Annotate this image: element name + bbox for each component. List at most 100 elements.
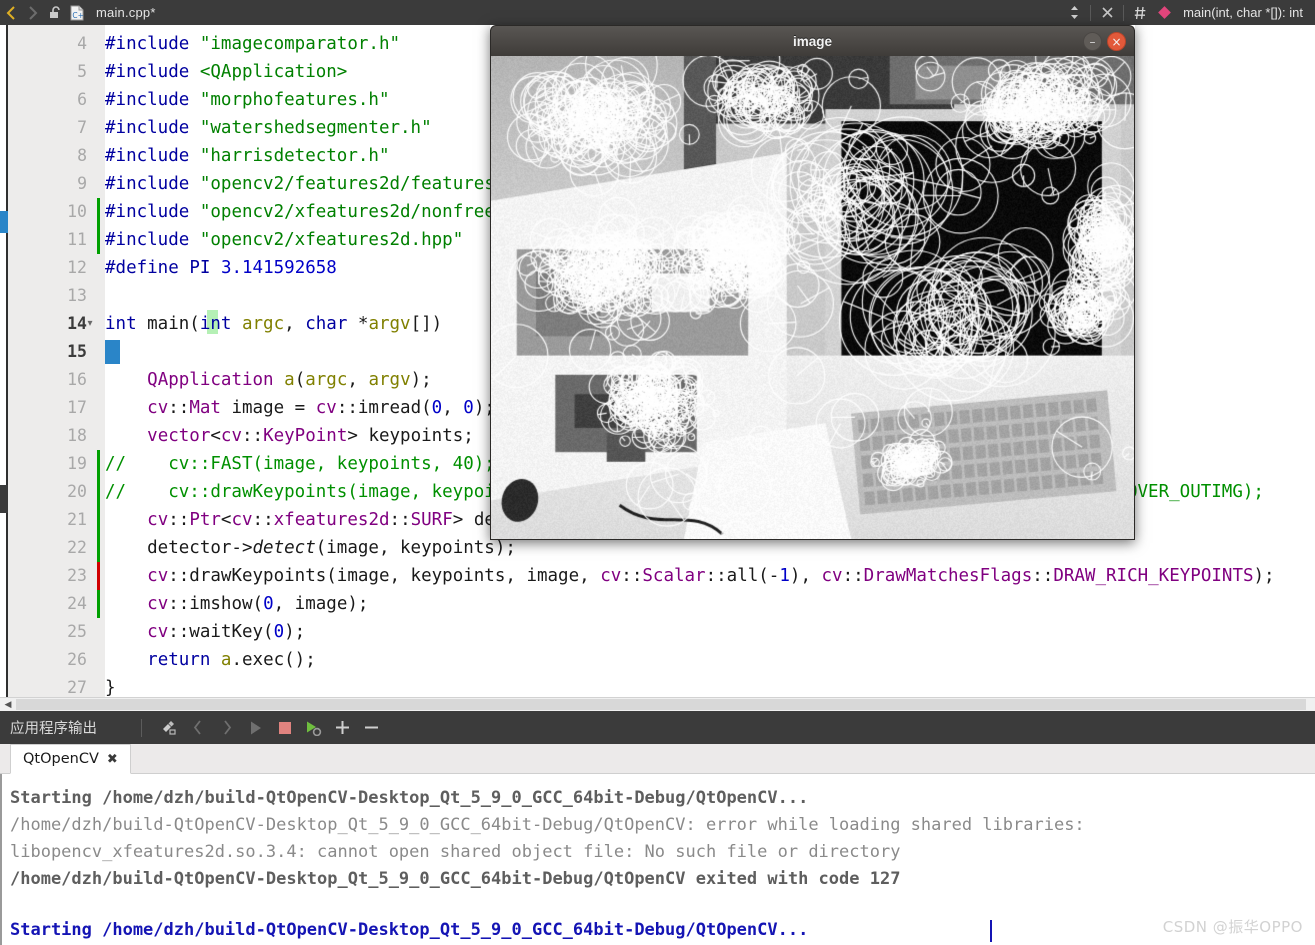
zoom-out-button[interactable]	[357, 711, 386, 744]
header-divider	[141, 719, 142, 737]
code-line: #include "watershedsegmenter.h"	[105, 114, 432, 142]
code-line: #include "opencv2/xfeatures2d.hpp"	[105, 226, 463, 254]
close-x-icon[interactable]	[1096, 0, 1118, 25]
output-tab-label: QtOpenCV	[23, 751, 99, 767]
line-number: 16	[0, 366, 97, 394]
line-changed-marker	[97, 478, 100, 506]
line-number: 15	[0, 338, 97, 366]
fold-arrow-icon[interactable]: ▾	[84, 310, 96, 338]
line-number: 22	[0, 534, 97, 562]
console-line: /home/dzh/build-QtOpenCV-Desktop_Qt_5_9_…	[10, 869, 900, 889]
unlocked-padlock-icon[interactable]	[44, 0, 66, 25]
line-number: 9	[0, 170, 97, 198]
code-line: detector->detect(image, keypoints);	[105, 534, 516, 562]
line-number: 10	[0, 198, 97, 226]
console-caret	[990, 920, 992, 942]
console-line: libopencv_xfeatures2d.so.3.4: cannot ope…	[10, 842, 900, 862]
run-button[interactable]	[241, 711, 270, 744]
image-window-body	[490, 56, 1135, 540]
line-number: 24	[0, 590, 97, 618]
line-number: 7	[0, 114, 97, 142]
line-number: 19	[0, 450, 97, 478]
line-number: 12	[0, 254, 97, 282]
watermark-label: CSDN @振华OPPO	[1163, 916, 1303, 937]
code-line: cv::imshow(0, image);	[105, 590, 368, 618]
output-tab-qtopencv[interactable]: QtOpenCV ✖	[10, 744, 131, 774]
code-line: #include "opencv2/xfeatures2d/nonfree.hp…	[105, 198, 548, 226]
line-changed-marker	[97, 506, 100, 534]
console-line: Starting /home/dzh/build-QtOpenCV-Deskto…	[10, 920, 808, 940]
scrollbar-left-arrow-icon[interactable]: ◀	[2, 699, 14, 710]
line-number: 26	[0, 646, 97, 674]
line-changed-marker	[97, 198, 100, 226]
line-number: 23	[0, 562, 97, 590]
code-line: #include <QApplication>	[105, 58, 347, 86]
code-line: return a.exec();	[105, 646, 316, 674]
pink-diamond-icon	[1151, 0, 1177, 25]
keypoints-image	[491, 56, 1134, 539]
editor-file-toolbar: C+ main.cpp* main(int, char *[]): int	[0, 0, 1315, 25]
line-number: 17	[0, 394, 97, 422]
code-line: // cv::FAST(image, keypoints, 40);	[105, 450, 495, 478]
output-tab-row: QtOpenCV ✖	[0, 744, 1315, 774]
cpp-file-icon: C+	[66, 0, 88, 25]
text-cursor-block	[108, 340, 119, 364]
prev-item-button[interactable]	[183, 711, 212, 744]
toolbar-divider-2	[1123, 5, 1124, 21]
code-line: vector<cv::KeyPoint> keypoints;	[105, 422, 474, 450]
filename-label: main.cpp*	[96, 5, 156, 20]
line-number: 21	[0, 506, 97, 534]
code-line: #define PI 3.141592658	[105, 254, 337, 282]
code-line: #include "morphofeatures.h"	[105, 86, 390, 114]
line-changed-marker	[97, 450, 100, 478]
line-number: 8	[0, 142, 97, 170]
code-line: cv::waitKey(0);	[105, 618, 305, 646]
line-number: 13	[0, 282, 97, 310]
line-number: 20	[0, 478, 97, 506]
code-line: QApplication a(argc, argv);	[105, 366, 432, 394]
back-icon[interactable]	[0, 0, 22, 25]
image-preview-window[interactable]: image – ×	[490, 25, 1135, 540]
image-window-controls: – ×	[1083, 32, 1126, 51]
stop-button[interactable]	[270, 711, 299, 744]
rerun-button[interactable]	[299, 711, 328, 744]
application-output-pane: 应用程序输出 QtOpenCV ✖ Starting /home/dzh/bui…	[0, 711, 1315, 945]
qtcreator-window: C+ main.cpp* main(int, char *[]): int 4 …	[0, 0, 1315, 945]
next-item-button[interactable]	[212, 711, 241, 744]
svg-text:C+: C+	[72, 11, 84, 20]
code-line: cv::Mat image = cv::imread(0, 0);	[105, 394, 495, 422]
close-x-icon[interactable]: ✖	[107, 751, 118, 767]
editor-horizontal-scrollbar[interactable]: ◀	[0, 697, 1315, 711]
line-changed-marker	[97, 534, 100, 562]
current-symbol-label[interactable]: main(int, char *[]): int	[1183, 5, 1303, 20]
scrollbar-thumb[interactable]	[16, 699, 1306, 710]
image-window-title: image	[793, 34, 832, 49]
console-output[interactable]: Starting /home/dzh/build-QtOpenCV-Deskto…	[0, 774, 1315, 945]
console-line: Starting /home/dzh/build-QtOpenCV-Deskto…	[10, 788, 808, 808]
line-number: 11	[0, 226, 97, 254]
close-icon[interactable]: ×	[1107, 32, 1126, 51]
line-number: 18	[0, 422, 97, 450]
line-modified-marker	[97, 562, 100, 590]
output-pane-title: 应用程序输出	[10, 717, 97, 738]
code-line: #include "imagecomparator.h"	[105, 30, 400, 58]
line-number: 5	[0, 58, 97, 86]
line-number: 4	[0, 30, 97, 58]
line-changed-marker	[97, 590, 100, 618]
minimize-icon[interactable]: –	[1083, 32, 1102, 51]
clear-output-button[interactable]	[154, 711, 183, 744]
zoom-in-button[interactable]	[328, 711, 357, 744]
output-pane-header: 应用程序输出	[0, 711, 1315, 744]
forward-icon[interactable]	[22, 0, 44, 25]
code-line: #include "harrisdetector.h"	[105, 142, 390, 170]
toolbar-divider	[1090, 5, 1091, 21]
updown-arrows-icon[interactable]	[1063, 0, 1085, 25]
line-changed-marker	[97, 226, 100, 254]
image-window-titlebar[interactable]: image – ×	[490, 25, 1135, 56]
line-number: 14	[0, 310, 97, 338]
console-line: /home/dzh/build-QtOpenCV-Desktop_Qt_5_9_…	[10, 815, 1085, 835]
line-number: 6	[0, 86, 97, 114]
code-line: cv::drawKeypoints(image, keypoints, imag…	[105, 562, 1275, 590]
line-number: 25	[0, 618, 97, 646]
hash-icon[interactable]	[1129, 0, 1151, 25]
